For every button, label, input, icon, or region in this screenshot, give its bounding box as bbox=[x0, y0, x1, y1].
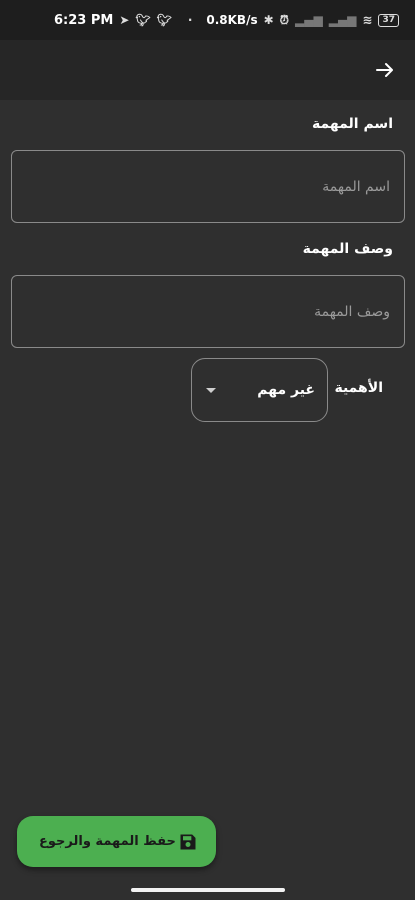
task-description-field[interactable] bbox=[11, 275, 405, 348]
task-name-input[interactable] bbox=[12, 151, 404, 222]
telegram-icon: ➤ bbox=[119, 13, 130, 27]
status-left: 6:23 PM ➤ 🐦︎ 🐦︎ · bbox=[54, 13, 192, 28]
task-description-label: وصف المهمة bbox=[302, 241, 393, 257]
dot-icon: · bbox=[187, 13, 193, 27]
battery-icon: 37 bbox=[378, 13, 399, 27]
task-description-input[interactable] bbox=[12, 276, 404, 347]
save-icon bbox=[180, 834, 196, 849]
caret-down-icon bbox=[206, 387, 216, 393]
save-and-return-label: حفظ المهمة والرجوع bbox=[39, 834, 176, 849]
app-bar bbox=[0, 40, 415, 100]
task-name-label: اسم المهمة bbox=[312, 116, 393, 132]
home-indicator[interactable] bbox=[131, 888, 285, 892]
priority-dropdown[interactable]: غير مهم bbox=[191, 358, 328, 422]
status-bar: 6:23 PM ➤ 🐦︎ 🐦︎ · 0.8KB/s ✱ ⏰︎ ▂▄▆ ▂▄▆ ≋… bbox=[0, 0, 415, 40]
arrow-right-icon[interactable] bbox=[373, 58, 397, 82]
save-and-return-button[interactable]: حفظ المهمة والرجوع bbox=[17, 816, 216, 867]
network-speed: 0.8KB/s bbox=[206, 13, 258, 27]
signal-icon: ▂▄▆ bbox=[328, 13, 357, 27]
twitter-icon: 🐦︎ bbox=[156, 13, 172, 27]
status-right: 0.8KB/s ✱ ⏰︎ ▂▄▆ ▂▄▆ ≋ 37 bbox=[206, 13, 399, 28]
signal-icon: ▂▄▆ bbox=[295, 13, 323, 27]
priority-selected-value: غير مهم bbox=[257, 382, 315, 398]
task-name-field[interactable] bbox=[11, 150, 405, 223]
bluetooth-icon: ✱ bbox=[263, 13, 274, 27]
status-time: 6:23 PM bbox=[54, 12, 114, 28]
priority-label: الأهمية bbox=[334, 380, 383, 396]
wifi-icon: ≋ bbox=[362, 13, 373, 27]
alarm-icon: ⏰︎ bbox=[279, 12, 290, 27]
twitter-icon: 🐦︎ bbox=[135, 13, 151, 27]
